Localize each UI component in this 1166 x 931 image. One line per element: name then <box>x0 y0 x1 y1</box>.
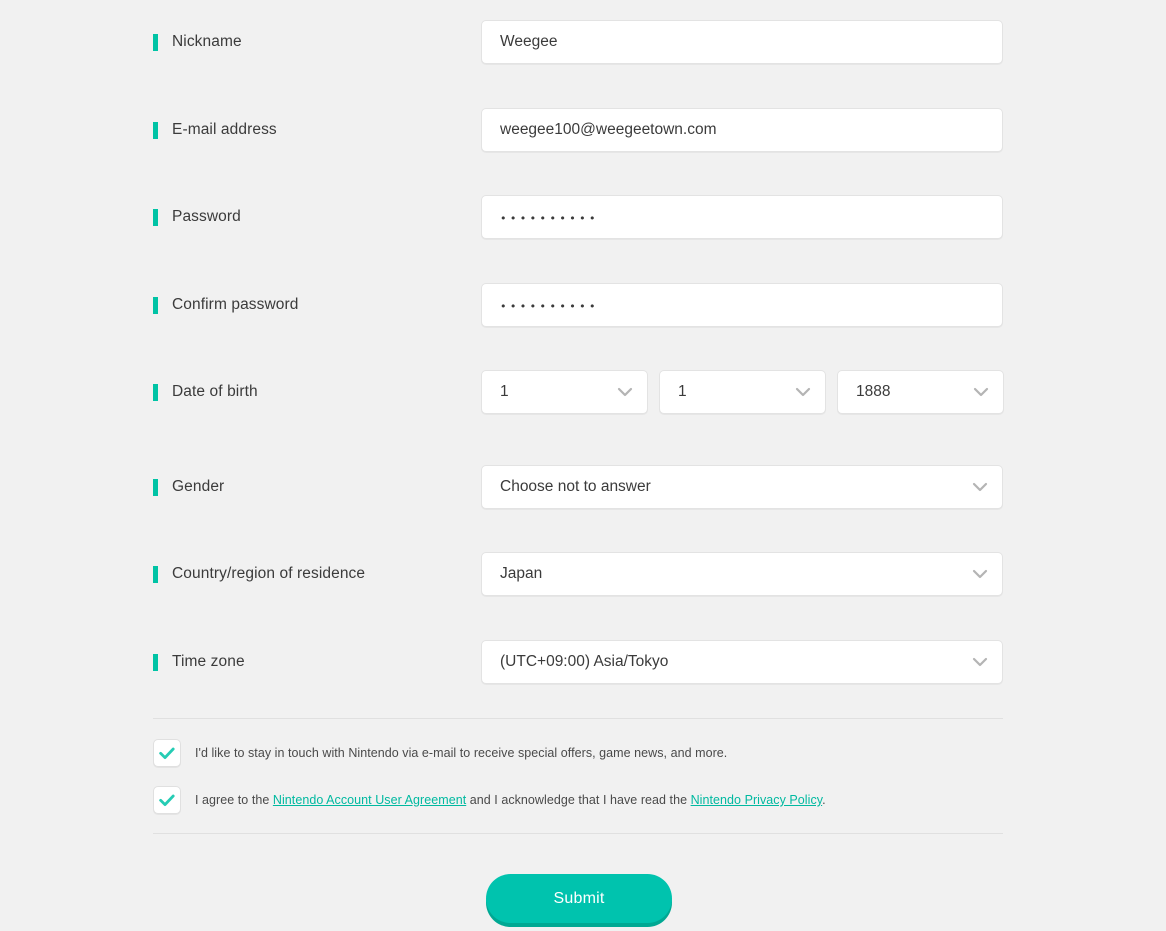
field-row-password: Password •••••••••• <box>0 195 1166 239</box>
label-text: Date of birth <box>172 383 258 400</box>
user-agreement-link[interactable]: Nintendo Account User Agreement <box>273 793 466 807</box>
control-timezone: (UTC+09:00) Asia/Tokyo <box>481 640 1003 684</box>
required-marker <box>153 296 158 314</box>
label-text: Time zone <box>172 653 245 670</box>
country-value: Japan <box>500 565 543 582</box>
control-country: Japan <box>481 552 1003 596</box>
agreement-text-after: . <box>822 793 826 807</box>
email-input[interactable]: weegee100@weegeetown.com <box>481 108 1003 152</box>
chevron-down-icon <box>972 482 988 492</box>
field-row-gender: Gender Choose not to answer <box>0 465 1166 509</box>
label-nickname: Nickname <box>153 20 242 64</box>
label-text: Nickname <box>172 33 242 50</box>
agreement-text-middle: and I acknowledge that I have read the <box>466 793 691 807</box>
newsletter-checkbox[interactable] <box>153 739 181 767</box>
registration-form: Nickname Weegee E-mail address weegee100… <box>0 0 1166 931</box>
dob-year-select[interactable]: 1888 <box>837 370 1004 414</box>
chevron-down-icon <box>972 569 988 579</box>
submit-area: Submit <box>0 874 1166 923</box>
required-marker <box>153 121 158 139</box>
required-marker <box>153 33 158 51</box>
email-value: weegee100@weegeetown.com <box>500 121 717 138</box>
chevron-down-icon <box>972 657 988 667</box>
timezone-select[interactable]: (UTC+09:00) Asia/Tokyo <box>481 640 1003 684</box>
control-date-of-birth: 1 1 1888 <box>481 370 1004 414</box>
newsletter-label: I'd like to stay in touch with Nintendo … <box>195 746 728 760</box>
label-country: Country/region of residence <box>153 552 365 596</box>
submit-button[interactable]: Submit <box>486 874 672 923</box>
chevron-down-icon <box>973 387 989 397</box>
label-gender: Gender <box>153 465 224 509</box>
required-marker <box>153 565 158 583</box>
country-select[interactable]: Japan <box>481 552 1003 596</box>
confirm-password-input[interactable]: •••••••••• <box>481 283 1003 327</box>
label-text: E-mail address <box>172 121 277 138</box>
control-gender: Choose not to answer <box>481 465 1003 509</box>
agreement-checkbox[interactable] <box>153 786 181 814</box>
required-marker <box>153 478 158 496</box>
divider-bottom <box>153 833 1003 834</box>
field-row-confirm-password: Confirm password •••••••••• <box>0 283 1166 327</box>
field-row-country: Country/region of residence Japan <box>0 552 1166 596</box>
dob-month-value: 1 <box>500 383 509 400</box>
privacy-policy-link[interactable]: Nintendo Privacy Policy <box>691 793 823 807</box>
field-row-timezone: Time zone (UTC+09:00) Asia/Tokyo <box>0 640 1166 684</box>
required-marker <box>153 208 158 226</box>
label-text: Password <box>172 208 241 225</box>
nickname-value: Weegee <box>500 33 558 50</box>
required-marker <box>153 653 158 671</box>
divider-top <box>153 718 1003 719</box>
label-password: Password <box>153 195 241 239</box>
password-value: •••••••••• <box>500 211 599 225</box>
check-icon <box>159 747 175 759</box>
dob-year-value: 1888 <box>856 383 891 400</box>
label-email: E-mail address <box>153 108 277 152</box>
date-of-birth-group: 1 1 1888 <box>481 370 1004 414</box>
label-text: Gender <box>172 478 225 495</box>
agreement-text-before: I agree to the <box>195 793 273 807</box>
nickname-input[interactable]: Weegee <box>481 20 1003 64</box>
field-row-email: E-mail address weegee100@weegeetown.com <box>0 108 1166 152</box>
control-nickname: Weegee <box>481 20 1003 64</box>
field-row-nickname: Nickname Weegee <box>0 20 1166 64</box>
dob-day-select[interactable]: 1 <box>659 370 826 414</box>
label-text: Country/region of residence <box>172 565 366 582</box>
label-date-of-birth: Date of birth <box>153 370 258 414</box>
check-icon <box>159 794 175 806</box>
chevron-down-icon <box>617 387 633 397</box>
password-input[interactable]: •••••••••• <box>481 195 1003 239</box>
control-email: weegee100@weegeetown.com <box>481 108 1003 152</box>
dob-month-select[interactable]: 1 <box>481 370 648 414</box>
timezone-value: (UTC+09:00) Asia/Tokyo <box>500 653 669 670</box>
label-timezone: Time zone <box>153 640 245 684</box>
confirm-password-value: •••••••••• <box>500 299 599 313</box>
required-marker <box>153 383 158 401</box>
chevron-down-icon <box>795 387 811 397</box>
gender-value: Choose not to answer <box>500 478 651 495</box>
control-confirm-password: •••••••••• <box>481 283 1003 327</box>
dob-day-value: 1 <box>678 383 687 400</box>
label-text: Confirm password <box>172 296 299 313</box>
agreement-label: I agree to the Nintendo Account User Agr… <box>195 793 826 807</box>
checkbox-row-newsletter[interactable]: I'd like to stay in touch with Nintendo … <box>153 739 727 767</box>
field-row-date-of-birth: Date of birth 1 1 1888 <box>0 370 1166 414</box>
label-confirm-password: Confirm password <box>153 283 299 327</box>
checkbox-row-agreement[interactable]: I agree to the Nintendo Account User Agr… <box>153 786 826 814</box>
gender-select[interactable]: Choose not to answer <box>481 465 1003 509</box>
control-password: •••••••••• <box>481 195 1003 239</box>
